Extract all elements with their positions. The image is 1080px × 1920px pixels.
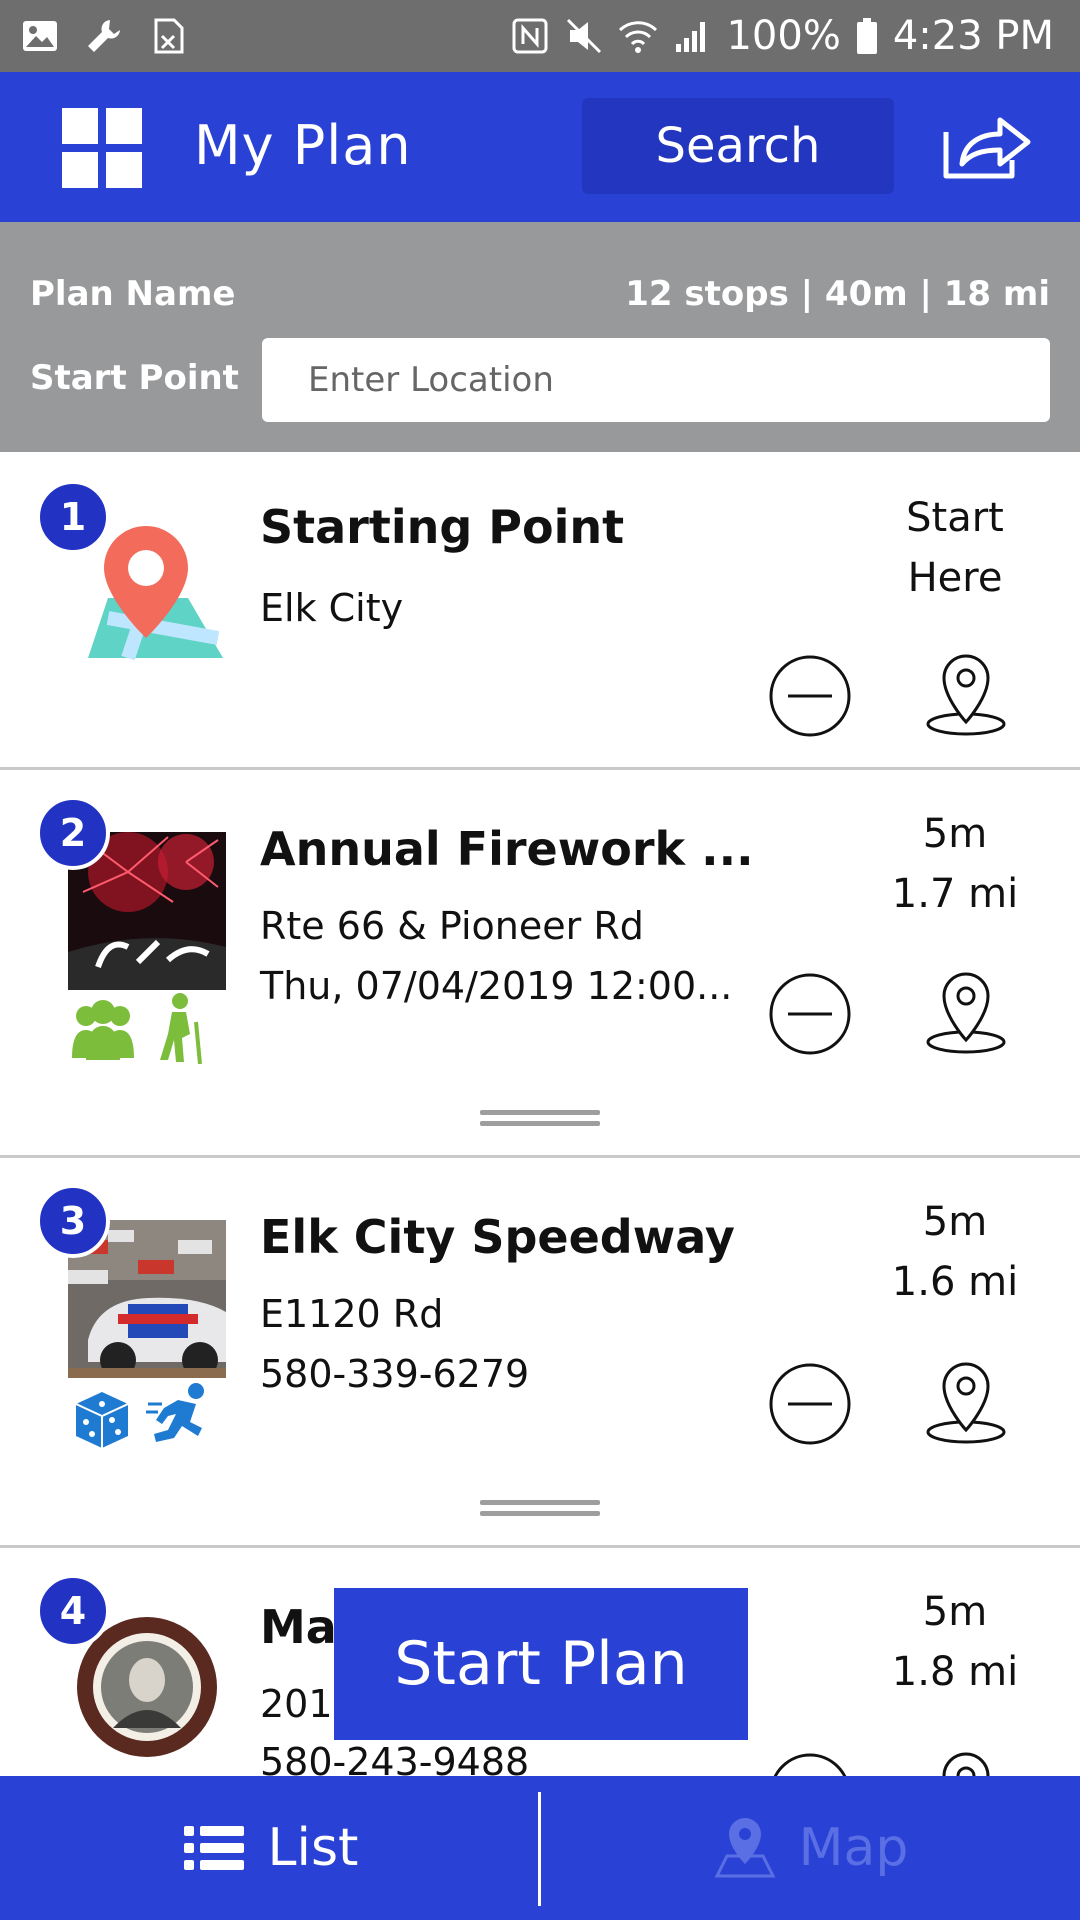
map-pin-icon [713,1816,777,1880]
status-right: 100% 4:23 PM [510,13,1080,59]
stop-phone[interactable]: 580-339-6279 [260,1352,529,1396]
tab-map[interactable]: Map [541,1776,1080,1920]
stop-duration: 5m [922,811,988,857]
battery-icon [855,16,879,56]
wrench-icon [84,16,124,56]
stop-title: Starting Point [260,500,625,554]
dice-icon [68,1386,134,1452]
stop-datetime: Thu, 07/04/2019 12:00... [260,964,733,1008]
signal-icon [672,16,712,56]
remove-stop-button[interactable] [768,1362,852,1446]
stop-metric-top: Start [906,495,1004,541]
location-pin-icon[interactable] [924,970,1008,1058]
stop-number-badge: 1 [36,480,110,554]
tab-list-label: List [267,1818,359,1878]
stop-metric: 5m 1.6 mi [880,1192,1030,1312]
plan-name-label[interactable]: Plan Name [30,274,235,314]
share-icon[interactable] [940,112,1032,184]
remove-stop-button[interactable] [768,972,852,1056]
stop-metric: 5m 1.7 mi [880,804,1030,924]
start-location-input[interactable] [262,338,1050,422]
group-icon [68,998,138,1064]
status-left-icons [0,16,188,56]
plan-header: Plan Name 12 stops | 40m | 18 mi Start P… [0,222,1080,452]
status-bar: 100% 4:23 PM [0,0,1080,72]
runner-icon [146,1382,216,1448]
plan-stats: 12 stops | 40m | 18 mi [625,274,1050,314]
stop-title: Ma [260,1600,337,1654]
wifi-icon [618,16,658,56]
nfc-icon [510,16,550,56]
app-header: My Plan Search [0,72,1080,222]
image-icon [20,16,60,56]
sim-icon [148,16,188,56]
stop-address: 201 [260,1682,333,1726]
stop-item[interactable]: 1 Starting Point Elk City Start Here [0,452,1080,770]
stop-metric: 5m 1.8 mi [880,1582,1030,1702]
stop-duration: 5m [922,1199,988,1245]
stop-duration: 5m [922,1589,988,1635]
stop-address: Elk City [260,586,404,630]
search-button[interactable]: Search [582,98,894,194]
stop-title: Annual Firework ... [260,822,754,876]
stop-title: Elk City Speedway [260,1210,735,1264]
stop-number-badge: 2 [36,796,110,870]
stop-distance: 1.8 mi [891,1649,1019,1695]
stop-metric: Start Here [880,488,1030,608]
start-plan-button[interactable]: Start Plan [334,1588,748,1740]
battery-percent: 100% [726,13,841,59]
mute-icon [564,16,604,56]
drag-handle[interactable] [480,1110,600,1130]
drag-handle[interactable] [480,1500,600,1520]
remove-stop-button[interactable] [768,654,852,738]
stop-item[interactable]: 3 Elk City Speedway E1120 Rd 580-339-627… [0,1158,1080,1548]
stop-number-badge: 4 [36,1574,110,1648]
start-point-label: Start Point [30,358,239,398]
list-icon [182,1816,246,1880]
status-time: 4:23 PM [892,13,1054,59]
stop-number-badge: 3 [36,1184,110,1258]
grid-icon[interactable] [62,108,142,188]
bottom-nav: List Map [0,1776,1080,1920]
stop-metric-bottom: Here [907,555,1003,601]
page-title: My Plan [194,114,412,177]
stop-address: E1120 Rd [260,1292,444,1336]
stop-distance: 1.7 mi [891,871,1019,917]
stop-distance: 1.6 mi [891,1259,1019,1305]
location-pin-icon[interactable] [924,652,1008,740]
tab-list[interactable]: List [0,1776,540,1920]
tab-map-label: Map [798,1818,909,1878]
location-pin-icon[interactable] [924,1360,1008,1448]
hiker-icon [152,992,208,1065]
stop-item[interactable]: 2 Annual Firework ... Rte 66 & Pioneer R… [0,770,1080,1158]
stop-address: Rte 66 & Pioneer Rd [260,904,644,948]
